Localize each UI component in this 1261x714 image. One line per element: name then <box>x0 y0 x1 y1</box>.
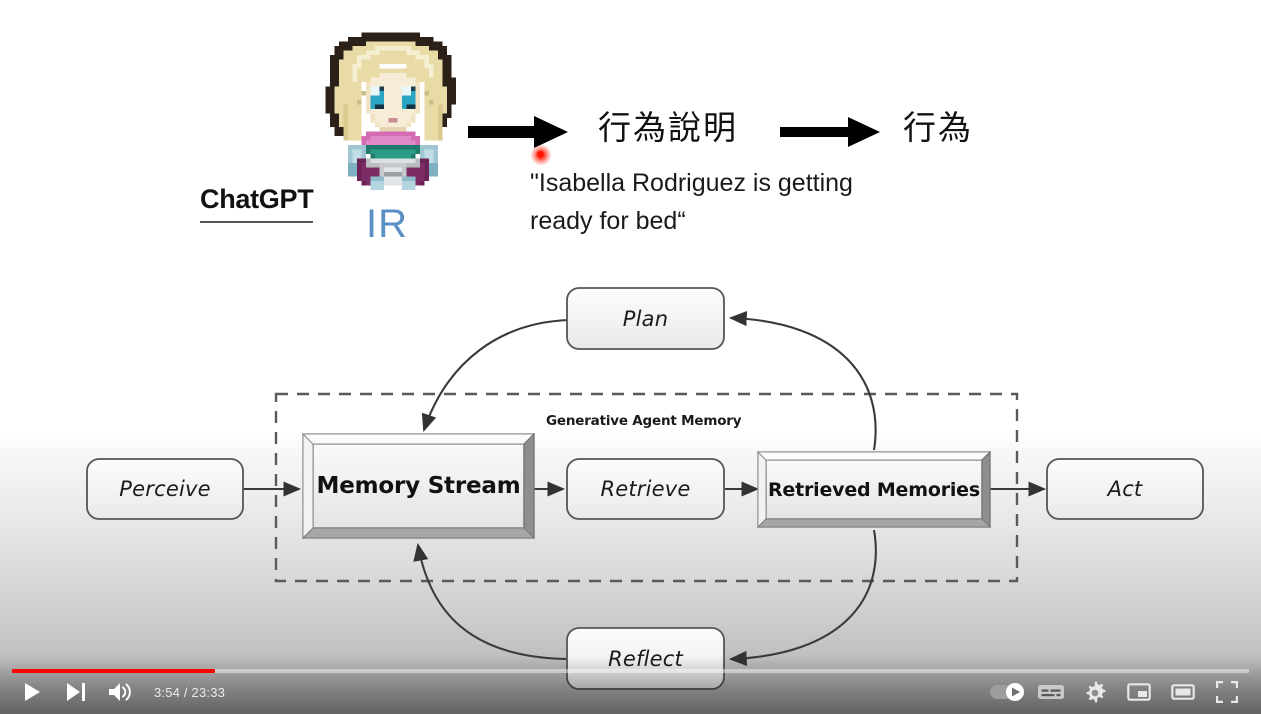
autoplay-toggle[interactable] <box>985 672 1029 712</box>
subtitles-button[interactable] <box>1029 672 1073 712</box>
closed-captions-icon <box>1038 685 1064 699</box>
gear-icon <box>1086 681 1106 703</box>
memory-stream-node <box>301 432 536 540</box>
next-track-icon <box>66 683 85 701</box>
fullscreen-icon <box>1216 681 1238 703</box>
retrieved-memories-to-plan-arrow <box>728 311 877 451</box>
volume-icon <box>109 683 131 701</box>
time-display: 3:54 / 23:33 <box>154 684 226 700</box>
miniplayer-icon <box>1127 683 1151 701</box>
settings-button[interactable] <box>1073 672 1117 712</box>
video-player-stage: ChatGPT IR 行為說明 行為 "Isabella Rodriguez i… <box>0 0 1261 714</box>
act-node <box>1046 458 1204 520</box>
plan-node <box>566 287 725 350</box>
next-button[interactable] <box>54 672 98 712</box>
retrieved-memories-node <box>756 450 992 529</box>
theater-button[interactable] <box>1161 672 1205 712</box>
miniplayer-button[interactable] <box>1117 672 1161 712</box>
player-controls-left: 3:54 / 23:33 <box>10 672 225 712</box>
fullscreen-button[interactable] <box>1205 672 1249 712</box>
reflect-to-memory-stream-arrow <box>413 542 567 661</box>
generative-agent-memory-caption: Generative Agent Memory <box>546 413 742 429</box>
player-controls-right <box>985 672 1249 712</box>
generative-agent-memory-diagram <box>0 0 1261 690</box>
retrieved-memories-to-reflect-arrow <box>728 529 877 666</box>
retrieve-node <box>566 458 725 520</box>
play-icon <box>24 683 40 701</box>
autoplay-toggle-icon <box>990 683 1024 701</box>
play-button[interactable] <box>10 672 54 712</box>
volume-button[interactable] <box>98 672 142 712</box>
perceive-node <box>86 458 244 520</box>
theater-mode-icon <box>1171 684 1195 700</box>
